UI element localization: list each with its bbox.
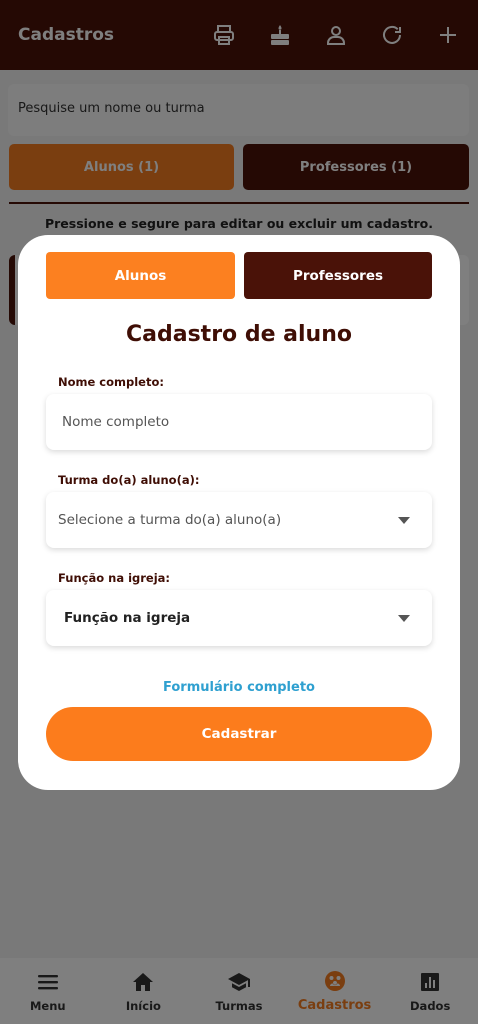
name-label: Nome completo: [58, 375, 164, 389]
modal-title: Cadastro de aluno [126, 322, 352, 347]
name-placeholder: Nome completo [62, 414, 170, 430]
funcao-select[interactable]: Função na igreja [46, 590, 432, 646]
chevron-down-icon [398, 614, 410, 622]
submit-button[interactable]: Cadastrar [46, 707, 432, 761]
turma-label: Turma do(a) aluno(a): [58, 473, 200, 487]
full-form-link[interactable]: Formulário completo [18, 680, 460, 695]
name-field[interactable]: Nome completo [46, 394, 432, 450]
funcao-label: Função na igreja: [58, 571, 171, 585]
register-modal: Alunos Professores Cadastro de aluno Nom… [18, 235, 460, 790]
turma-value: Selecione a turma do(a) aluno(a) [58, 512, 282, 528]
chevron-down-icon [398, 516, 410, 524]
turma-select[interactable]: Selecione a turma do(a) aluno(a) [46, 492, 432, 548]
modal-tab-professores[interactable]: Professores [244, 252, 432, 299]
funcao-value: Função na igreja [64, 610, 191, 626]
modal-tab-alunos[interactable]: Alunos [46, 252, 235, 299]
